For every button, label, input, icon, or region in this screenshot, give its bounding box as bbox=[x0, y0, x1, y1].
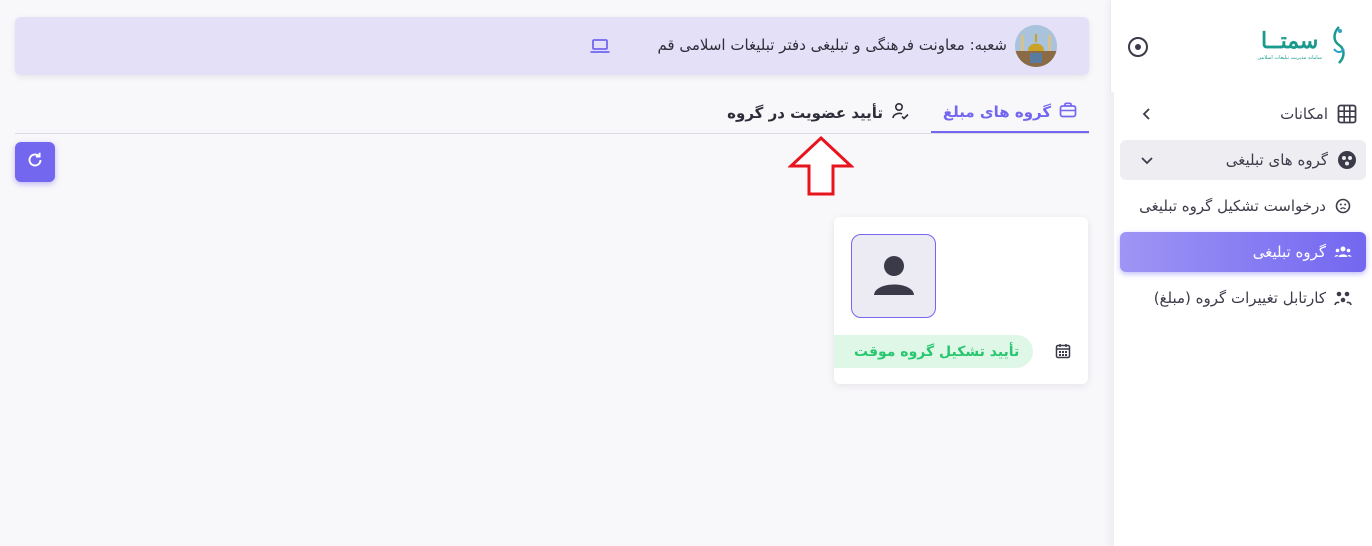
grid-icon bbox=[1336, 103, 1358, 125]
tab-bar: گروه های مبلغ تأیید عضویت در گروه bbox=[15, 92, 1089, 134]
logo-word: سمتــا bbox=[1260, 27, 1319, 54]
sidebar-divider bbox=[1110, 92, 1114, 546]
sidebar-toggle-button[interactable] bbox=[1128, 37, 1148, 57]
app-logo[interactable]: سمتــا سامانه مدیریت تبلیغات اسلامی bbox=[1222, 18, 1350, 72]
tab-preacher-groups[interactable]: گروه های مبلغ bbox=[931, 92, 1089, 133]
sidebar-item-label: گروه های تبلیغی bbox=[1225, 151, 1328, 169]
sidebar-subitem-label: کارتابل تغییرات گروه (مبلغ) bbox=[1153, 289, 1326, 307]
branch-avatar[interactable] bbox=[1015, 25, 1057, 67]
group-circle-icon bbox=[1336, 149, 1358, 171]
logo-subtitle: سامانه مدیریت تبلیغات اسلامی bbox=[1257, 54, 1322, 61]
users-switch-icon bbox=[1334, 289, 1352, 307]
annotation-arrow-icon bbox=[788, 135, 854, 196]
logo-mark-icon bbox=[1333, 26, 1345, 64]
status-badge: تأیید تشکیل گروه موقت bbox=[834, 335, 1034, 368]
users-icon bbox=[1334, 243, 1352, 261]
user-placeholder-icon bbox=[871, 251, 917, 301]
sidebar-header: سمتــا سامانه مدیریت تبلیغات اسلامی bbox=[1111, 0, 1372, 92]
laptop-icon[interactable] bbox=[589, 37, 611, 55]
chevron-left-icon bbox=[1138, 105, 1156, 123]
logo-text-block: سمتــا سامانه مدیریت تبلیغات اسلامی bbox=[1257, 30, 1322, 61]
sidebar-subitem-group[interactable]: گروه تبلیغی bbox=[1120, 232, 1366, 272]
group-card[interactable]: تأیید تشکیل گروه موقت bbox=[834, 217, 1088, 384]
branch-bar: شعبه: معاونت فرهنگی و تبلیغی دفتر تبلیغا… bbox=[15, 17, 1089, 75]
refresh-button[interactable] bbox=[15, 142, 55, 182]
member-avatar[interactable] bbox=[851, 234, 936, 318]
smile-circle-icon bbox=[1334, 197, 1352, 215]
sidebar-item-features[interactable]: امکانات bbox=[1120, 94, 1366, 134]
branch-label: شعبه: معاونت فرهنگی و تبلیغی دفتر تبلیغا… bbox=[657, 36, 1007, 54]
sidebar-subitem-label: درخواست تشکیل گروه تبلیغی bbox=[1139, 197, 1326, 215]
refresh-icon bbox=[26, 151, 44, 173]
calendar-icon[interactable] bbox=[1055, 343, 1071, 359]
sidebar: سمتــا سامانه مدیریت تبلیغات اسلامی امکا… bbox=[1110, 0, 1372, 546]
briefcase-icon bbox=[1059, 101, 1077, 122]
sidebar-subitem-change-cartable[interactable]: کارتابل تغییرات گروه (مبلغ) bbox=[1120, 278, 1366, 318]
tab-label: گروه های مبلغ bbox=[942, 102, 1052, 121]
sidebar-subitem-group-request[interactable]: درخواست تشکیل گروه تبلیغی bbox=[1120, 186, 1366, 226]
tab-label: تأیید عضویت در گروه bbox=[727, 103, 883, 122]
sidebar-item-groups[interactable]: گروه های تبلیغی bbox=[1120, 140, 1366, 180]
sidebar-subitem-label: گروه تبلیغی bbox=[1252, 243, 1326, 261]
sidebar-nav: امکانات گروه های تبلیغی درخواست تشکیل گر… bbox=[1120, 94, 1366, 324]
sidebar-item-label: امکانات bbox=[1280, 105, 1328, 123]
tab-membership-approval[interactable]: تأیید عضویت در گروه bbox=[723, 92, 913, 133]
user-check-icon bbox=[891, 102, 909, 124]
chevron-down-icon bbox=[1138, 151, 1156, 169]
